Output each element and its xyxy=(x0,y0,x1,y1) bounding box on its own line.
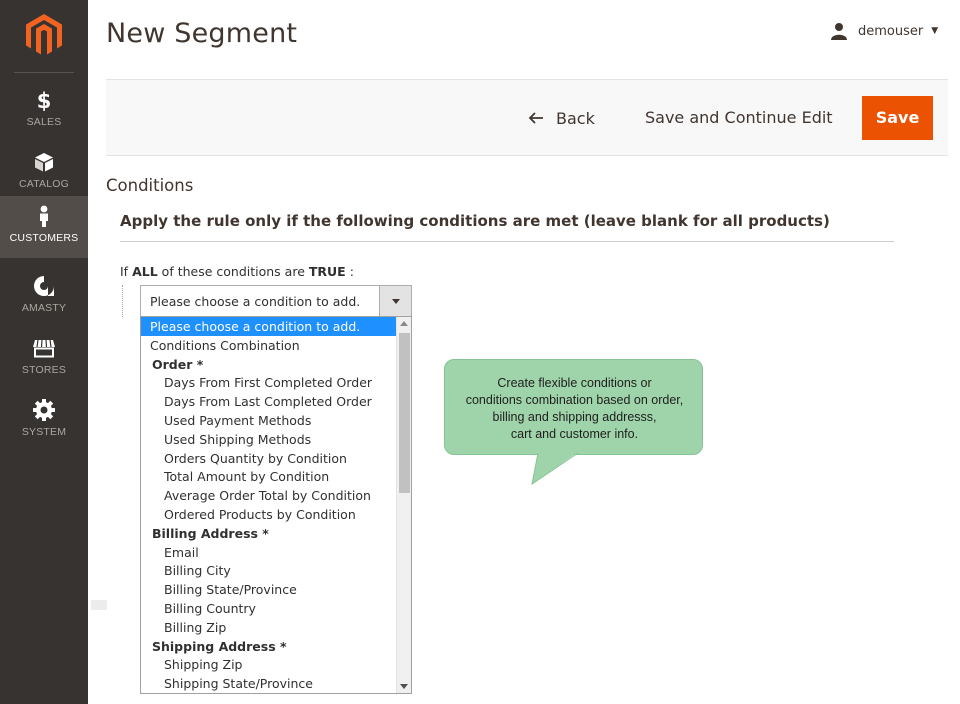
sidebar-item-sales[interactable]: $ SALES xyxy=(0,80,88,142)
divider xyxy=(120,241,894,242)
option-item[interactable]: Email xyxy=(141,543,397,562)
option-item[interactable]: Used Shipping Methods xyxy=(141,430,397,449)
sidebar-item-label: CATALOG xyxy=(18,178,70,190)
amasty-icon xyxy=(34,276,54,296)
if-prefix: If xyxy=(120,264,129,279)
sidebar-item-label: SALES xyxy=(26,116,62,128)
scroll-down-icon[interactable] xyxy=(400,684,408,689)
conditions-section-title[interactable]: Conditions xyxy=(106,176,193,195)
option-item[interactable]: Shipping Zip xyxy=(141,655,397,674)
sidebar-item-label: AMASTY xyxy=(21,302,67,314)
gear-icon xyxy=(33,399,55,421)
scroll-up-icon[interactable] xyxy=(400,321,408,326)
option-item[interactable]: Please choose a condition to add. xyxy=(141,317,397,336)
scrollbar-thumb[interactable] xyxy=(399,333,410,493)
option-item[interactable]: Conditions Combination xyxy=(141,336,397,355)
scrollbar[interactable] xyxy=(396,317,411,693)
dollar-icon: $ xyxy=(37,89,52,112)
user-name: demouser xyxy=(858,23,924,39)
option-item[interactable]: Billing Country xyxy=(141,599,397,618)
page-title: New Segment xyxy=(106,18,298,49)
person-icon xyxy=(40,205,48,227)
option-item[interactable]: Orders Quantity by Condition xyxy=(141,449,397,468)
tooltip-tail xyxy=(531,452,579,486)
aggregator-toggle[interactable]: ALL xyxy=(132,264,158,279)
option-group: Shipping Address * xyxy=(152,638,287,654)
option-item[interactable]: Total Amount by Condition xyxy=(141,467,397,486)
option-item[interactable]: Billing Zip xyxy=(141,618,397,637)
svg-text:$: $ xyxy=(37,89,52,112)
user-menu[interactable]: demouser ▼ xyxy=(830,20,938,42)
chevron-down-icon: ▼ xyxy=(931,26,939,36)
condition-statement: If ALL of these conditions are TRUE : xyxy=(120,264,354,279)
arrow-left-icon xyxy=(528,112,543,124)
option-item[interactable]: Days From Last Completed Order xyxy=(141,392,397,411)
condition-select-value: Please choose a condition to add. xyxy=(150,294,361,309)
tooltip-line: conditions combination based on order, xyxy=(465,393,684,407)
back-button[interactable]: Back xyxy=(528,106,595,130)
option-item[interactable]: Used Payment Methods xyxy=(141,411,397,430)
sidebar-item-label: CUSTOMERS xyxy=(9,232,79,244)
admin-sidebar: $ SALES CATALOG CUSTOMERS AMASTY STORES xyxy=(0,0,88,704)
option-item[interactable]: Billing City xyxy=(141,561,397,580)
tooltip-line: billing and shipping addresss, xyxy=(492,410,657,424)
option-group: Order * xyxy=(152,356,204,372)
condition-suffix: : xyxy=(349,264,354,279)
box-icon xyxy=(35,153,53,172)
magento-logo-icon[interactable] xyxy=(24,14,64,56)
sidebar-item-amasty[interactable]: AMASTY xyxy=(0,266,88,328)
sidebar-item-stores[interactable]: STORES xyxy=(0,328,88,390)
option-group: Billing Address * xyxy=(152,525,269,541)
store-icon xyxy=(33,339,55,358)
tooltip-line: Create flexible conditions or xyxy=(497,376,652,390)
condition-text: of these conditions are xyxy=(161,264,305,279)
value-toggle[interactable]: TRUE xyxy=(309,264,346,279)
condition-options-list[interactable]: Please choose a condition to add. Conditi… xyxy=(140,316,412,694)
rule-heading: Apply the rule only if the following con… xyxy=(120,212,830,230)
tooltip-callout: Create flexible conditions or conditions… xyxy=(444,359,703,455)
option-item[interactable]: Shipping State/Province xyxy=(141,674,397,693)
chevron-down-icon[interactable] xyxy=(379,286,411,316)
sidebar-divider xyxy=(14,72,74,73)
back-button-label: Back xyxy=(556,108,595,128)
scroll-marker xyxy=(91,600,107,610)
condition-select[interactable]: Please choose a condition to add. xyxy=(140,285,412,317)
sidebar-item-label: SYSTEM xyxy=(21,426,67,438)
option-item[interactable]: Billing State/Province xyxy=(141,580,397,599)
page-actions-toolbar: Back Save and Continue Edit Save xyxy=(106,79,948,156)
save-and-continue-button[interactable]: Save and Continue Edit xyxy=(645,106,833,130)
sidebar-item-customers[interactable]: CUSTOMERS xyxy=(0,196,88,258)
tooltip-line: cart and customer info. xyxy=(510,427,639,441)
sidebar-item-label: STORES xyxy=(21,364,67,376)
save-button[interactable]: Save xyxy=(862,96,933,140)
sidebar-item-catalog[interactable]: CATALOG xyxy=(0,142,88,204)
sidebar-item-system[interactable]: SYSTEM xyxy=(0,390,88,452)
tooltip-text: Create flexible conditions or conditions… xyxy=(445,375,704,443)
option-item[interactable]: Days From First Completed Order xyxy=(141,373,397,392)
option-item[interactable]: Ordered Products by Condition xyxy=(141,505,397,524)
tree-connector xyxy=(122,285,123,317)
option-item[interactable]: Average Order Total by Condition xyxy=(141,486,397,505)
user-icon xyxy=(831,23,847,40)
